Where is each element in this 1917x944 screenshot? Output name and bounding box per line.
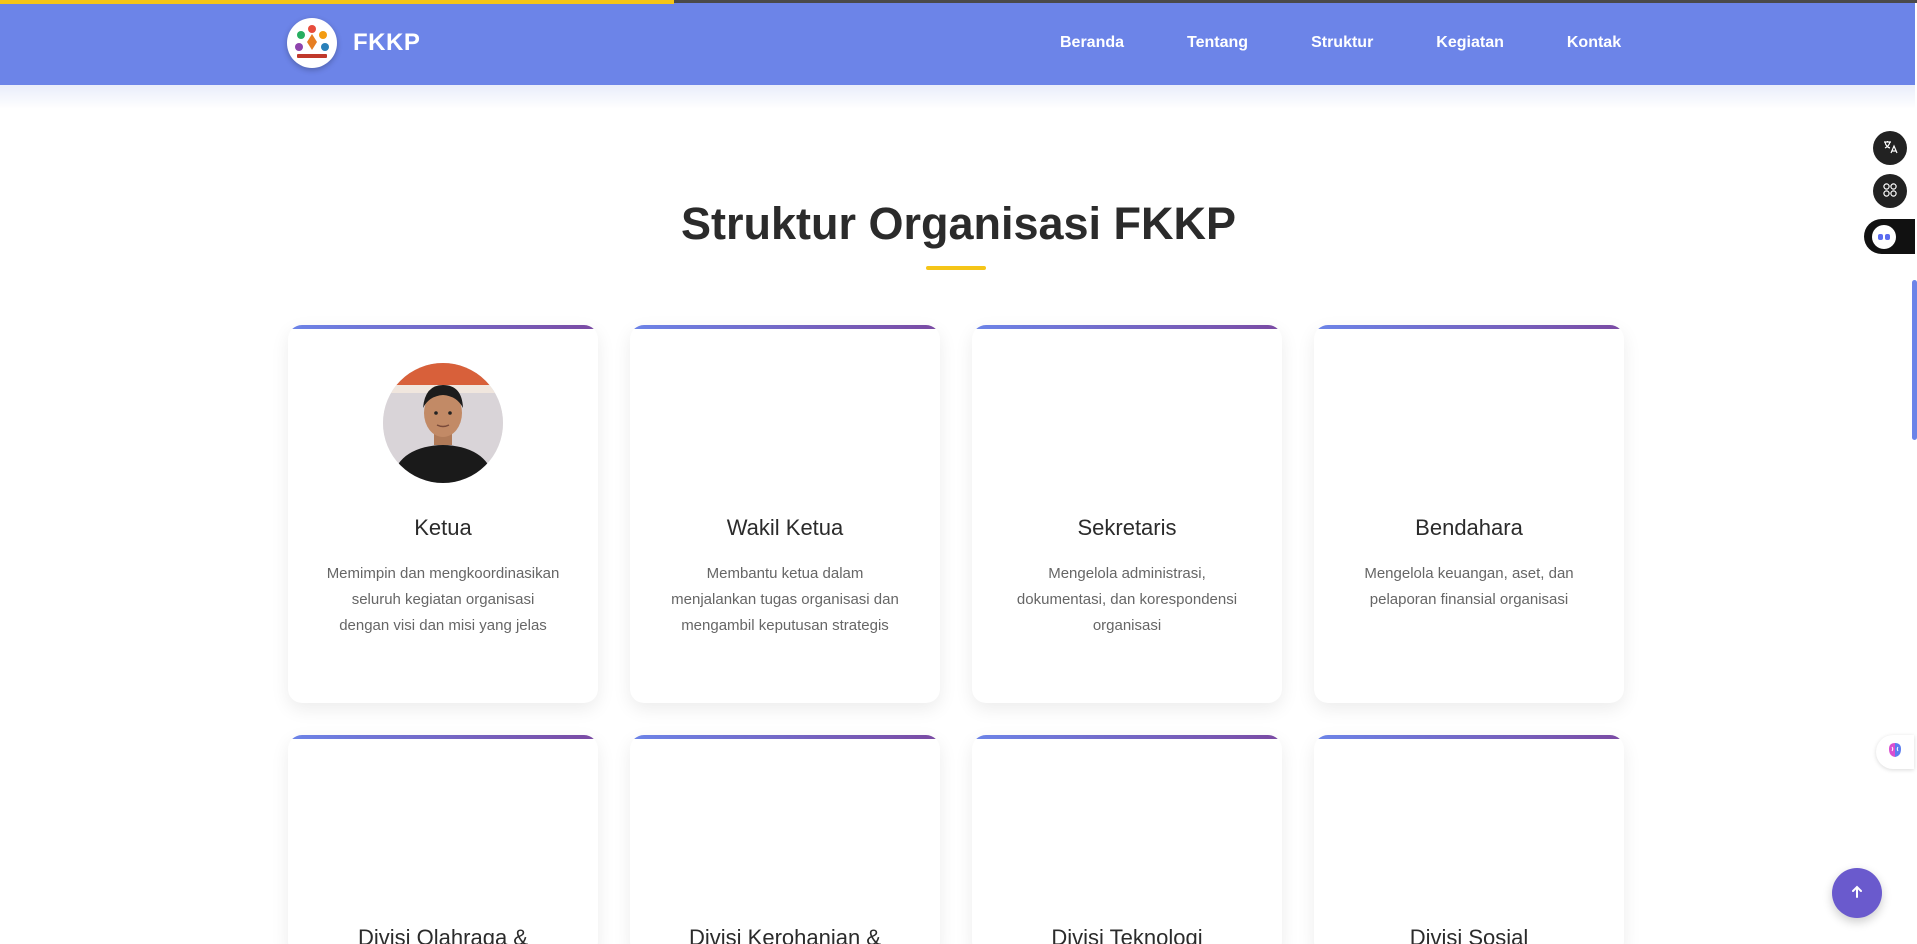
apps-button[interactable] [1873,174,1907,208]
card-description: Mengelola keuangan, aset, dan pelaporan … [1364,565,1574,608]
grid-icon [1882,182,1898,201]
arrow-up-icon [1850,882,1864,905]
navbar: FKKP Beranda Tentang Struktur Kegiatan K… [0,0,1915,85]
back-to-top-button[interactable] [1832,868,1882,918]
nav-link-beranda[interactable]: Beranda [1060,34,1124,52]
card-title: Bendahara [1415,515,1523,540]
card-title: Divisi Olahraga & [358,925,528,944]
nav-link-kontak[interactable]: Kontak [1567,34,1621,52]
page: FKKP Beranda Tentang Struktur Kegiatan K… [0,0,1917,944]
org-card-bendahara: Bendahara Mengelola keuangan, aset, dan … [1314,325,1624,703]
brand[interactable]: FKKP [287,18,420,68]
card-title: Divisi Kerohanian & [689,925,881,944]
nav-link-struktur[interactable]: Struktur [1311,34,1373,52]
org-card-divisi-teknologi: Divisi Teknologi [972,735,1282,944]
nav-link-kegiatan[interactable]: Kegiatan [1436,34,1504,52]
assistant-button[interactable] [1864,219,1915,254]
nav-link-tentang[interactable]: Tentang [1187,34,1248,52]
scrollbar-thumb[interactable] [1912,280,1917,440]
org-card-divisi-olahraga: Divisi Olahraga & [288,735,598,944]
brain-icon [1886,741,1904,764]
brand-name: FKKP [353,29,421,56]
logo [287,18,337,68]
org-card-divisi-kerohanian: Divisi Kerohanian & [630,735,940,944]
org-card-wakil-ketua: Wakil Ketua Membantu ketua dalam menjala… [630,325,940,703]
card-title: Divisi Teknologi [1051,925,1203,944]
section-title: Struktur Organisasi FKKP [680,198,1237,249]
org-card-sekretaris: Sekretaris Mengelola administrasi, dokum… [972,325,1282,703]
org-card-ketua: Ketua Memimpin dan mengkoordinasikan sel… [288,325,598,703]
translate-button[interactable] [1873,131,1907,165]
card-description: Mengelola administrasi, dokumentasi, dan… [1016,565,1238,634]
card-title: Divisi Sosial [1409,925,1529,944]
navbar-shadow [0,85,1915,109]
nav-links: Beranda Tentang Struktur Kegiatan Kontak [1060,34,1684,52]
brain-button[interactable] [1876,735,1914,769]
scroll-progress-bar [0,0,674,4]
translate-icon [1882,139,1898,158]
card-description: Memimpin dan mengkoordinasikan seluruh k… [326,565,560,634]
card-title: Wakil Ketua [726,515,844,540]
org-card-divisi-sosial: Divisi Sosial [1314,735,1624,944]
title-underline [926,266,986,270]
card-title: Ketua [414,515,472,540]
member-photo [383,363,503,483]
card-description: Membantu ketua dalam menjalankan tugas o… [671,565,899,634]
robot-icon [1872,224,1896,249]
card-title: Sekretaris [1077,515,1177,540]
